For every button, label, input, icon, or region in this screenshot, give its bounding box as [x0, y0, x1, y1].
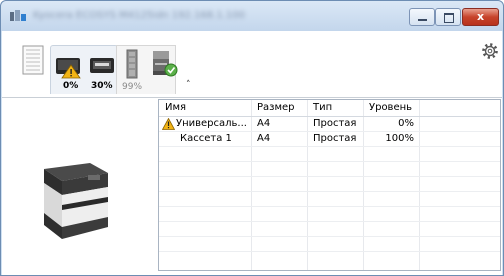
- warning-icon: [162, 118, 175, 130]
- minimize-button[interactable]: [409, 8, 435, 26]
- window-title: Kyocera ECOSYS M4125idn 192.168.1.100: [33, 10, 245, 21]
- row-type: Простая: [313, 118, 357, 129]
- toner-warning-icon[interactable]: [54, 55, 84, 79]
- toner-level-cassette: 30%: [91, 81, 113, 91]
- column-header-size[interactable]: Размер: [257, 100, 295, 116]
- row-divider: [159, 176, 500, 177]
- toner-cassette-icon[interactable]: [88, 55, 116, 77]
- close-icon: x: [476, 10, 485, 23]
- client-area: 0% 30% 99% ˄ Имя Размер Тип Уровень Унив…: [2, 31, 502, 275]
- column-header-type[interactable]: Тип: [313, 100, 332, 116]
- column-divider: [307, 100, 308, 270]
- row-divider: [159, 161, 500, 162]
- row-level: 0%: [398, 118, 414, 129]
- supplies-table[interactable]: Имя Размер Тип Уровень Универсаль... A4 …: [158, 99, 501, 271]
- printer-image: [44, 163, 108, 239]
- status-toolbar: 0% 30% 99% ˄: [2, 31, 502, 97]
- app-icon: [10, 10, 26, 21]
- column-divider: [363, 100, 364, 270]
- minimize-icon: [418, 19, 427, 21]
- row-divider: [159, 206, 500, 207]
- row-name[interactable]: Универсаль...: [176, 117, 247, 131]
- app-window: Kyocera ECOSYS M4125idn 192.168.1.100 x: [0, 0, 504, 276]
- row-name[interactable]: Кассета 1: [180, 132, 232, 146]
- waste-toner-icon[interactable]: [124, 49, 140, 79]
- collapse-icon[interactable]: ˄: [186, 80, 191, 90]
- row-divider: [159, 191, 500, 192]
- row-divider: [159, 251, 500, 252]
- device-status-icon[interactable]: [150, 49, 180, 79]
- row-size: A4: [257, 118, 271, 129]
- toner-level-black: 0%: [63, 81, 79, 91]
- paper-stack-icon[interactable]: [22, 45, 44, 75]
- column-divider: [419, 100, 420, 270]
- row-divider: [159, 146, 500, 147]
- column-header-level[interactable]: Уровень: [369, 100, 412, 116]
- row-size: A4: [257, 133, 271, 144]
- row-level: 100%: [385, 133, 414, 144]
- column-header-name[interactable]: Имя: [165, 100, 186, 116]
- column-divider: [251, 100, 252, 270]
- maximize-icon: [444, 13, 454, 23]
- row-divider: [159, 236, 500, 237]
- toolbar-divider: [2, 97, 502, 98]
- maximize-button[interactable]: [435, 8, 461, 26]
- settings-gear-icon[interactable]: [480, 41, 500, 61]
- row-divider: [159, 221, 500, 222]
- waste-toner-level: 99%: [122, 82, 143, 92]
- title-bar[interactable]: Kyocera ECOSYS M4125idn 192.168.1.100 x: [1, 1, 503, 31]
- row-type: Простая: [313, 133, 357, 144]
- close-button[interactable]: x: [462, 8, 499, 26]
